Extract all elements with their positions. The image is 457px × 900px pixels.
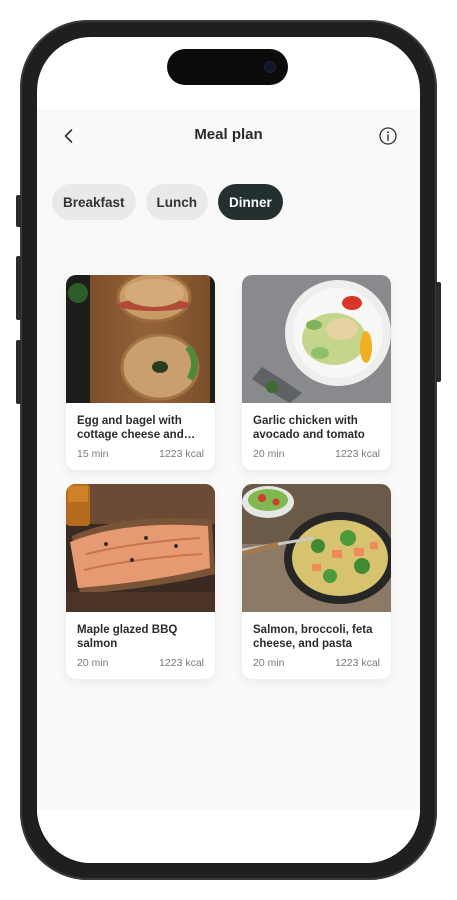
phone-screen: Meal plan Breakfast Lunch Dinner Egg and… <box>37 37 420 863</box>
power-button <box>436 282 441 382</box>
tab-dinner[interactable]: Dinner <box>218 184 283 220</box>
meal-time: 15 min <box>77 448 109 460</box>
volume-up-button <box>16 256 21 320</box>
meal-time: 20 min <box>77 657 109 669</box>
chicken-salad-photo <box>242 275 391 403</box>
meal-name: Maple glazed BBQ salmon <box>77 624 178 650</box>
top-bar: Meal plan <box>37 109 420 165</box>
meal-kcal: 1223 kcal <box>159 448 204 460</box>
meal-card[interactable]: Maple glazed BBQ salmon 20 min 1223 kcal <box>66 484 215 679</box>
meal-name: Salmon, broccoli, feta cheese, and pasta <box>253 624 373 650</box>
phone-frame: Meal plan Breakfast Lunch Dinner Egg and… <box>20 20 437 880</box>
dynamic-island <box>167 49 288 85</box>
meal-type-tabs: Breakfast Lunch Dinner <box>52 184 283 220</box>
meal-card[interactable]: Egg and bagel with cottage cheese and to… <box>66 275 215 470</box>
info-button[interactable] <box>378 126 398 146</box>
meal-time: 20 min <box>253 448 285 460</box>
bagel-photo <box>66 275 215 403</box>
meal-card[interactable]: Salmon, broccoli, feta cheese, and pasta… <box>242 484 391 679</box>
salmon-photo <box>66 484 215 612</box>
volume-down-button <box>16 340 21 404</box>
meal-name: Egg and bagel with cottage cheese and to… <box>77 415 184 441</box>
tab-lunch[interactable]: Lunch <box>145 184 209 220</box>
meal-kcal: 1223 kcal <box>159 657 204 669</box>
meal-time: 20 min <box>253 657 285 669</box>
app-screen: Meal plan Breakfast Lunch Dinner Egg and… <box>37 109 420 809</box>
meal-kcal: 1223 kcal <box>335 448 380 460</box>
mute-switch <box>16 195 21 227</box>
pasta-photo <box>242 484 391 612</box>
meal-card[interactable]: Garlic chicken with avocado and tomato 2… <box>242 275 391 470</box>
info-circle-icon <box>379 127 397 145</box>
tab-breakfast[interactable]: Breakfast <box>52 184 136 220</box>
page-title: Meal plan <box>194 126 263 143</box>
front-camera-icon <box>264 61 276 73</box>
bottom-safe-area <box>37 809 420 863</box>
meal-kcal: 1223 kcal <box>335 657 380 669</box>
meal-name: Garlic chicken with avocado and tomato <box>253 415 365 441</box>
